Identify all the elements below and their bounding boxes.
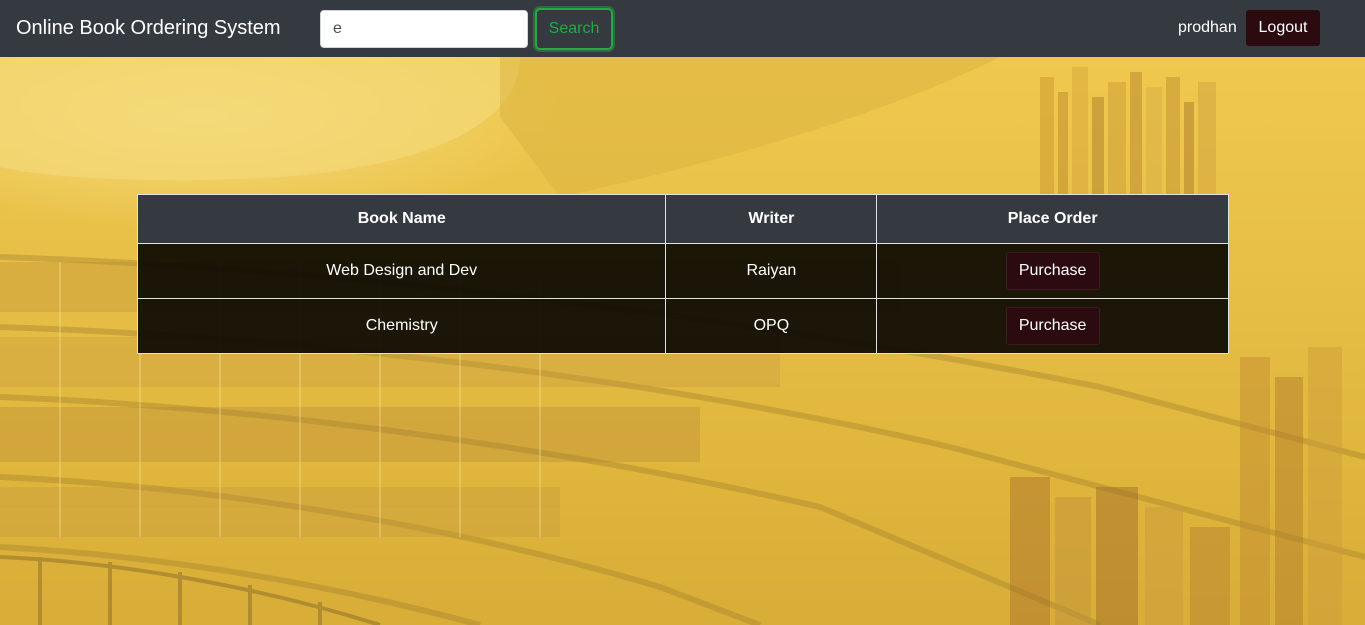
book-table: Book Name Writer Place Order Web Design … [136,194,1229,354]
purchase-button[interactable]: Purchase [1005,252,1100,290]
column-header-book-name: Book Name [136,194,667,244]
column-header-writer: Writer [665,194,878,244]
table-row: Chemistry OPQ Purchase [136,298,1229,354]
place-order-cell: Purchase [876,298,1229,354]
writer-cell: OPQ [665,298,878,354]
writer-cell: Raiyan [665,243,878,299]
search-button[interactable]: Search [535,8,613,50]
username-label: prodhan [1178,19,1237,36]
search-input[interactable] [320,10,528,48]
purchase-button[interactable]: Purchase [1005,307,1100,345]
logout-button[interactable]: Logout [1246,10,1320,46]
table-row: Web Design and Dev Raiyan Purchase [136,243,1229,299]
place-order-cell: Purchase [876,243,1229,299]
table-header-row: Book Name Writer Place Order [136,194,1229,244]
book-name-cell: Chemistry [136,298,667,354]
column-header-place-order: Place Order [876,194,1229,244]
book-name-cell: Web Design and Dev [136,243,667,299]
top-navbar: Online Book Ordering System Search prodh… [0,0,1365,57]
app-brand-title[interactable]: Online Book Ordering System [16,16,281,40]
